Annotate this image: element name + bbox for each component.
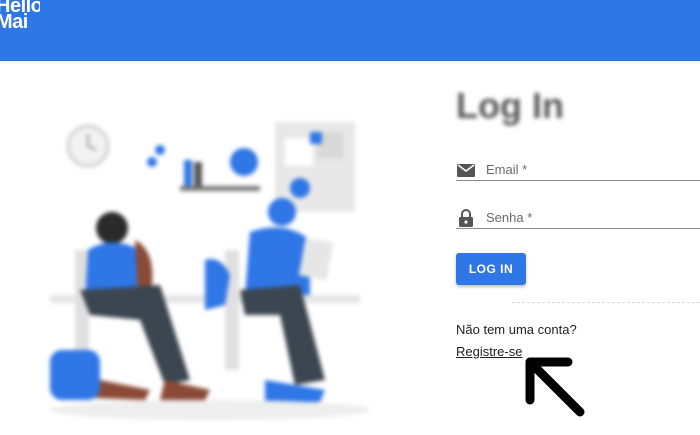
- email-label: Email *: [486, 162, 528, 177]
- brand-logo[interactable]: Hello Mai: [0, 0, 40, 40]
- no-account-text: Não tem uma conta?: [456, 322, 577, 337]
- login-title: Log In: [456, 85, 564, 126]
- email-field[interactable]: Email *: [456, 160, 700, 190]
- arrow-pointer-icon: [525, 357, 585, 417]
- password-field[interactable]: Senha *: [456, 208, 700, 238]
- register-link[interactable]: Registre-se: [456, 344, 522, 359]
- logo-line-2: Mai: [0, 11, 28, 33]
- login-button[interactable]: LOG IN: [456, 253, 526, 285]
- students-illustration: [50, 122, 370, 420]
- email-underline: [456, 180, 700, 181]
- envelope-icon: [457, 164, 475, 177]
- top-app-bar: Hello Mai: [0, 0, 700, 61]
- password-label: Senha *: [486, 210, 533, 225]
- password-underline: [456, 228, 700, 229]
- section-divider: [512, 302, 700, 303]
- lock-icon: [459, 209, 473, 227]
